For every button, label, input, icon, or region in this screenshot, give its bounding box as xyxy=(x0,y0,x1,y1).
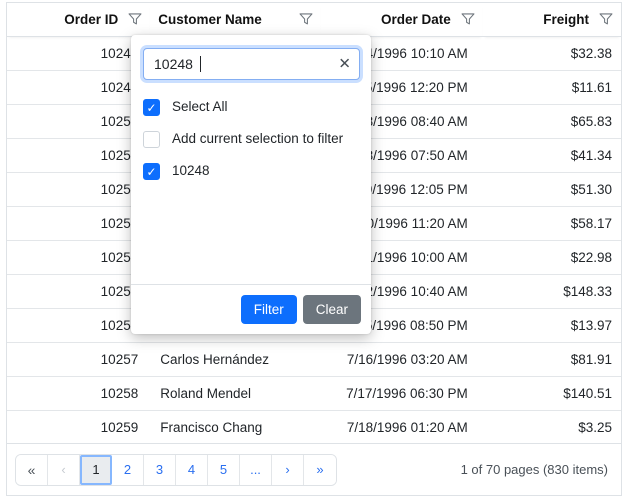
checkbox-label: Select All xyxy=(172,99,228,116)
checkbox-item-10248[interactable]: ✓ 10248 xyxy=(143,163,359,180)
checkbox-checked-icon[interactable]: ✓ xyxy=(143,99,160,116)
cell-freight: $81.91 xyxy=(483,342,621,376)
page-button-4[interactable]: 4 xyxy=(176,455,208,485)
filter-funnel-icon[interactable] xyxy=(128,12,142,26)
cell-order-id: 10251 xyxy=(7,138,150,172)
column-label: Order ID xyxy=(64,12,118,27)
checkbox-checked-icon[interactable]: ✓ xyxy=(143,163,160,180)
column-label: Freight xyxy=(543,12,589,27)
cell-order-id: 10248 xyxy=(7,36,150,70)
cell-freight: $148.33 xyxy=(483,274,621,308)
page-button-5[interactable]: 5 xyxy=(208,455,240,485)
cell-order-date: 7/18/1996 01:20 AM xyxy=(321,410,482,444)
pager-info-text: 1 of 70 pages (830 items) xyxy=(461,462,608,477)
popup-spacer xyxy=(131,180,371,284)
page-button-1[interactable]: 1 xyxy=(80,455,112,485)
filter-funnel-icon[interactable] xyxy=(461,12,475,26)
filter-button[interactable]: Filter xyxy=(241,295,297,324)
text-caret xyxy=(200,56,201,72)
cell-order-id: 10254 xyxy=(7,240,150,274)
cell-freight: $58.17 xyxy=(483,206,621,240)
cell-order-date: 7/17/1996 06:30 PM xyxy=(321,376,482,410)
cell-freight: $13.97 xyxy=(483,308,621,342)
cell-customer-name: Carlos Hernández xyxy=(150,342,321,376)
cell-freight: $41.34 xyxy=(483,138,621,172)
filter-search-box: ✕ xyxy=(143,48,360,80)
cell-customer-name: Roland Mendel xyxy=(150,376,321,410)
cell-order-id: 10257 xyxy=(7,342,150,376)
cell-freight: $51.30 xyxy=(483,172,621,206)
popup-footer: Filter Clear xyxy=(131,284,371,334)
last-page-button[interactable]: » xyxy=(304,455,336,485)
table-header: Order ID Customer Name Order Date xyxy=(7,3,621,36)
clear-search-icon[interactable]: ✕ xyxy=(338,57,351,72)
checkbox-item-select-all[interactable]: ✓ Select All xyxy=(143,99,359,116)
checkbox-item-add-selection[interactable]: Add current selection to filter xyxy=(143,131,359,148)
next-page-button[interactable]: › xyxy=(272,455,304,485)
cell-order-id: 10249 xyxy=(7,70,150,104)
column-label: Customer Name xyxy=(158,12,262,27)
page-button-2[interactable]: 2 xyxy=(112,455,144,485)
filter-funnel-icon[interactable] xyxy=(299,12,313,26)
header-row: Order ID Customer Name Order Date xyxy=(7,3,621,36)
cell-freight: $3.25 xyxy=(483,410,621,444)
cell-freight: $140.51 xyxy=(483,376,621,410)
cell-freight: $32.38 xyxy=(483,36,621,70)
table-row[interactable]: 10257Carlos Hernández7/16/1996 03:20 AM$… xyxy=(7,342,621,376)
filter-popup: ✕ ✓ Select All Add current selection to … xyxy=(131,35,371,334)
cell-freight: $65.83 xyxy=(483,104,621,138)
column-header-customer-name[interactable]: Customer Name xyxy=(150,3,321,36)
cell-order-id: 10255 xyxy=(7,274,150,308)
cell-order-date: 7/16/1996 03:20 AM xyxy=(321,342,482,376)
column-label: Order Date xyxy=(381,12,451,27)
checkbox-label: 10248 xyxy=(172,163,210,180)
column-header-freight[interactable]: Freight xyxy=(483,3,621,36)
pager-ellipsis-button[interactable]: ... xyxy=(240,455,272,485)
cell-order-id: 10252 xyxy=(7,172,150,206)
filter-checkbox-list: ✓ Select All Add current selection to fi… xyxy=(131,86,371,180)
cell-order-id: 10259 xyxy=(7,410,150,444)
page-button-3[interactable]: 3 xyxy=(144,455,176,485)
cell-order-id: 10256 xyxy=(7,308,150,342)
cell-freight: $22.98 xyxy=(483,240,621,274)
cell-order-id: 10253 xyxy=(7,206,150,240)
filter-funnel-icon[interactable] xyxy=(599,12,613,26)
column-header-order-date[interactable]: Order Date xyxy=(321,3,482,36)
first-page-button[interactable]: « xyxy=(16,455,48,485)
clear-button[interactable]: Clear xyxy=(303,295,361,324)
pager-bar: « ‹ 1 2 3 4 5 ... › » 1 of 70 pages (830… xyxy=(7,443,621,495)
cell-order-id: 10258 xyxy=(7,376,150,410)
table-row[interactable]: 10259Francisco Chang7/18/1996 01:20 AM$3… xyxy=(7,410,621,444)
previous-page-button[interactable]: ‹ xyxy=(48,455,80,485)
filter-search-input[interactable] xyxy=(143,48,360,80)
cell-order-id: 10250 xyxy=(7,104,150,138)
column-header-order-id[interactable]: Order ID xyxy=(7,3,150,36)
checkbox-unchecked-icon[interactable] xyxy=(143,131,160,148)
checkbox-label: Add current selection to filter xyxy=(172,131,343,148)
pager-buttons: « ‹ 1 2 3 4 5 ... › » xyxy=(15,454,337,486)
table-row[interactable]: 10258Roland Mendel7/17/1996 06:30 PM$140… xyxy=(7,376,621,410)
cell-customer-name: Francisco Chang xyxy=(150,410,321,444)
cell-freight: $11.61 xyxy=(483,70,621,104)
